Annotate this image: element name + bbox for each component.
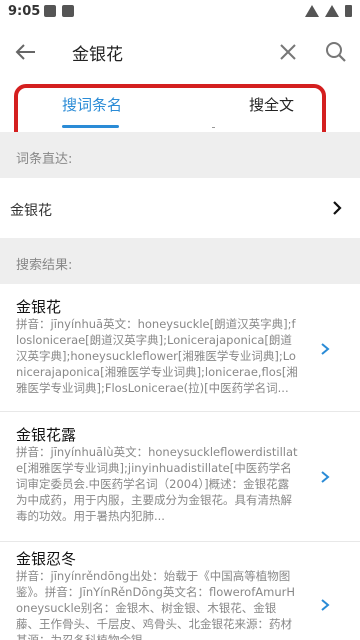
direct-section-header: 词条直达: [0,132,360,178]
signal-icon [325,5,339,17]
search-icon [326,42,346,62]
direct-entry-row[interactable]: 金银花 [0,180,360,236]
wifi-icon [305,5,319,17]
result-title: 金银花露 [16,426,77,444]
app-notification-icon [62,5,74,17]
result-item[interactable]: 金银忍冬 拼音：jīnyínrěndōng出处：始载于《中国高等植物图鉴》。拼音… [0,542,360,640]
close-icon [280,44,296,60]
result-snippet: 拼音：jīnyínhuā英文：honeysuckle[朗道汉英字典];flosl… [16,317,298,395]
notification-icon [44,5,56,17]
results-section-header: 搜索结果: [0,238,360,284]
status-icons-left [44,5,74,17]
result-title: 金银忍冬 [16,550,77,568]
chevron-right-icon [333,201,342,215]
clear-button[interactable] [274,38,302,66]
chevron-right-icon [321,471,330,483]
result-snippet: 拼音：jīnyínrěndōng出处：始载于《中国高等植物图鉴》。拼音：JīnY… [16,569,296,640]
back-arrow-icon [15,44,35,60]
result-item[interactable]: 金银花露 拼音：jīnyínhuālù英文：honeysuckleflowerd… [0,412,360,542]
direct-section-label: 词条直达: [16,152,73,167]
back-button[interactable] [12,38,40,66]
chevron-right-icon [321,599,330,611]
search-input[interactable]: 金银花 [72,40,123,65]
search-bar: 金银花 [0,24,360,80]
results-section-label: 搜索结果: [16,258,73,273]
status-time: 9:05 [8,4,41,19]
result-title: 金银花 [16,298,62,316]
search-button[interactable] [322,38,350,66]
chevron-right-icon [321,343,330,355]
direct-entry-label: 金银花 [10,203,52,219]
status-icons-right [305,5,352,17]
result-snippet: 拼音：jīnyínhuālù英文：honeysuckleflowerdistil… [16,445,298,523]
battery-icon [345,5,352,17]
result-item[interactable]: 金银花 拼音：jīnyínhuā英文：honeysuckle[朗道汉英字典];f… [0,286,360,412]
status-bar: 9:05 [0,0,360,24]
